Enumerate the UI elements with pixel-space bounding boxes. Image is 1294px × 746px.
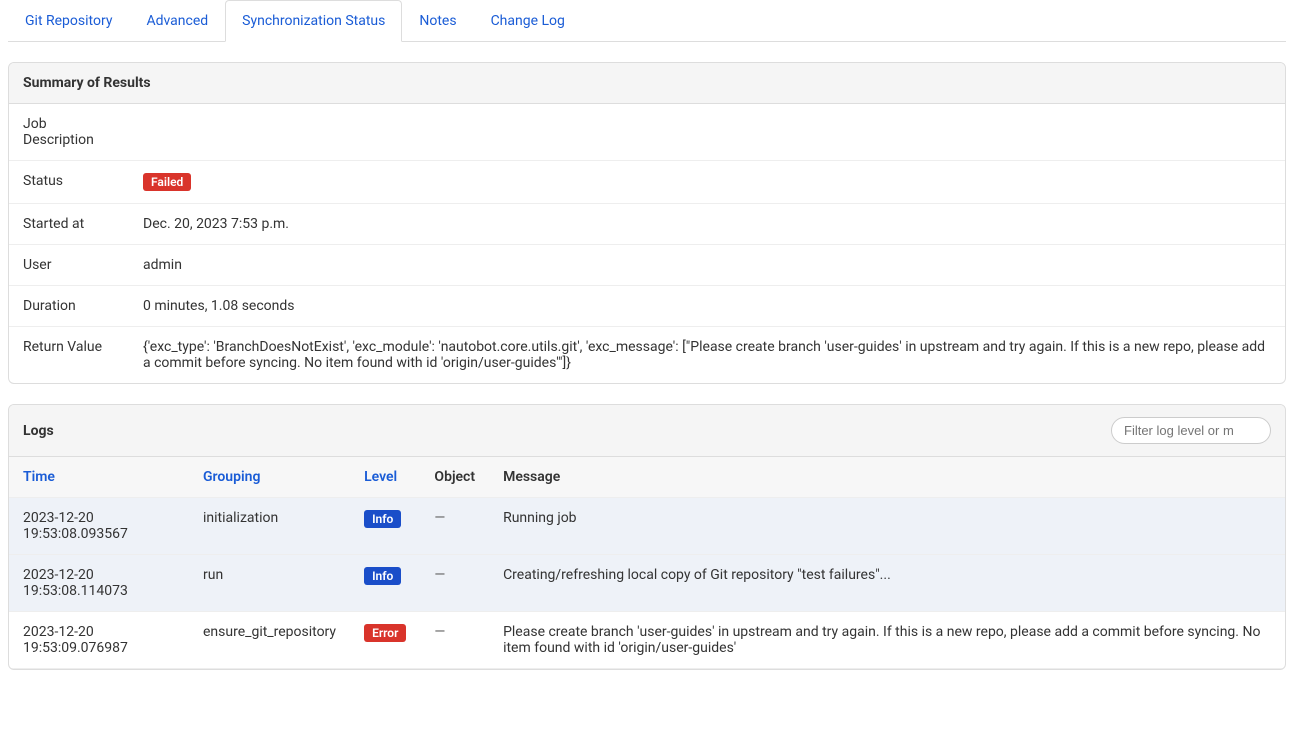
log-grouping: ensure_git_repository [189, 612, 350, 669]
log-time: 2023-12-20 19:53:09.076987 [9, 612, 189, 669]
log-row: 2023-12-20 19:53:08.093567 initializatio… [9, 498, 1285, 555]
tabs-nav: Git Repository Advanced Synchronization … [8, 0, 1286, 42]
log-grouping: run [189, 555, 350, 612]
tab-change-log[interactable]: Change Log [474, 0, 582, 42]
status-badge: Failed [143, 173, 191, 191]
started-at-value: Dec. 20, 2023 7:53 p.m. [129, 204, 1285, 245]
log-time: 2023-12-20 19:53:08.114073 [9, 555, 189, 612]
status-label: Status [9, 161, 129, 204]
log-object: — [420, 498, 489, 555]
duration-label: Duration [9, 286, 129, 327]
summary-header: Summary of Results [9, 63, 1285, 104]
return-value-label: Return Value [9, 327, 129, 384]
user-value: admin [129, 245, 1285, 286]
log-grouping: initialization [189, 498, 350, 555]
return-value-value: {'exc_type': 'BranchDoesNotExist', 'exc_… [129, 327, 1285, 384]
logs-table: Time Grouping Level Object Message 2023-… [9, 457, 1285, 669]
tab-synchronization-status[interactable]: Synchronization Status [225, 0, 402, 42]
log-message: Creating/refreshing local copy of Git re… [489, 555, 1285, 612]
duration-value: 0 minutes, 1.08 seconds [129, 286, 1285, 327]
summary-title: Summary of Results [23, 75, 151, 91]
log-object: — [420, 555, 489, 612]
summary-panel: Summary of Results JobDescription Status… [8, 62, 1286, 384]
logs-header-message[interactable]: Message [489, 457, 1285, 498]
tab-git-repository[interactable]: Git Repository [8, 0, 129, 42]
log-message: Please create branch 'user-guides' in up… [489, 612, 1285, 669]
logs-header-level[interactable]: Level [350, 457, 420, 498]
logs-tbody: 2023-12-20 19:53:08.093567 initializatio… [9, 498, 1285, 669]
logs-filter-input[interactable] [1111, 417, 1271, 444]
logs-header-grouping[interactable]: Grouping [189, 457, 350, 498]
log-row: 2023-12-20 19:53:08.114073 run Info — Cr… [9, 555, 1285, 612]
logs-panel: Logs Time Grouping Level Object Message … [8, 404, 1286, 670]
user-label: User [9, 245, 129, 286]
logs-header-object[interactable]: Object [420, 457, 489, 498]
summary-table: JobDescription Status Failed Started at … [9, 104, 1285, 383]
tab-advanced[interactable]: Advanced [129, 0, 225, 42]
tab-notes[interactable]: Notes [402, 0, 473, 42]
job-description-label: JobDescription [9, 104, 129, 161]
log-time: 2023-12-20 19:53:08.093567 [9, 498, 189, 555]
job-description-value [129, 104, 1285, 161]
logs-header-time[interactable]: Time [9, 457, 189, 498]
logs-header: Logs [9, 405, 1285, 457]
log-level: Error [350, 612, 420, 669]
log-level: Info [350, 555, 420, 612]
log-row: 2023-12-20 19:53:09.076987 ensure_git_re… [9, 612, 1285, 669]
logs-title: Logs [23, 423, 54, 439]
log-object: — [420, 612, 489, 669]
level-badge: Info [364, 567, 401, 585]
level-badge: Info [364, 510, 401, 528]
status-value: Failed [129, 161, 1285, 204]
log-message: Running job [489, 498, 1285, 555]
started-at-label: Started at [9, 204, 129, 245]
level-badge: Error [364, 624, 406, 642]
log-level: Info [350, 498, 420, 555]
